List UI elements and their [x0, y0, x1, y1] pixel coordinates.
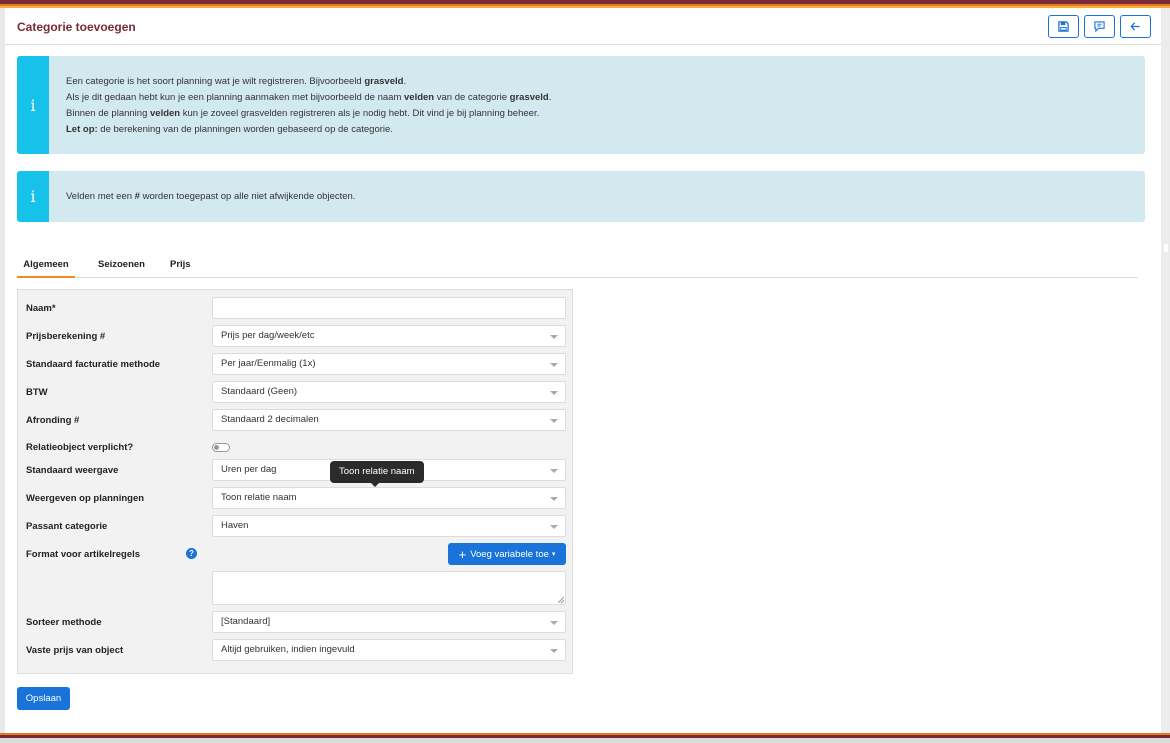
select-value: Toon relatie naam — [221, 492, 297, 503]
info-box-hash: i Velden met een # worden toegepast op a… — [17, 171, 1145, 222]
info-bar: i — [17, 56, 49, 154]
weergave-label: Standaard weergave — [26, 465, 119, 476]
info-icon: i — [30, 187, 36, 206]
info-line: Binnen de planning velden kun je zoveel … — [66, 108, 540, 119]
page-title: Categorie toevoegen — [17, 20, 136, 34]
weergeven-label: Weergeven op planningen — [26, 493, 145, 504]
format-textarea[interactable] — [212, 571, 566, 605]
select-value: [Standaard] — [221, 616, 271, 627]
chevron-down-icon — [550, 469, 558, 473]
header-bar: Categorie toevoegen — [5, 8, 1161, 45]
afronding-select[interactable]: Standaard 2 decimalen — [212, 409, 566, 431]
chevron-down-icon — [550, 497, 558, 501]
category-form: Naam* Prijsberekening # Prijs per dag/we… — [17, 289, 573, 674]
sorteer-label: Sorteer methode — [26, 617, 102, 628]
back-button[interactable] — [1120, 15, 1151, 38]
format-label: Format voor artikelregels — [26, 549, 141, 560]
save-button[interactable]: Opslaan — [17, 687, 70, 710]
select-value: Uren per dag — [221, 464, 277, 475]
add-variable-button[interactable]: + Voeg variabele toe ▾ — [448, 543, 566, 565]
info-text: Velden met een # worden toegepast op all… — [66, 189, 1135, 205]
sorteer-select[interactable]: [Standaard] — [212, 611, 566, 633]
info-line: Velden met een # worden toegepast op all… — [66, 191, 356, 202]
vaste-prijs-select[interactable]: Altijd gebruiken, indien ingevuld — [212, 639, 566, 661]
btw-select[interactable]: Standaard (Geen) — [212, 381, 566, 403]
relatieobject-toggle[interactable] — [212, 443, 230, 452]
select-value: Per jaar/Eenmalig (1x) — [221, 358, 316, 369]
main-window: Categorie toevoegen i Een categorie is h… — [5, 8, 1161, 733]
tooltip: Toon relatie naam — [330, 461, 424, 487]
chevron-down-icon — [550, 335, 558, 339]
info-line: Als je dit gedaan hebt kun je een planni… — [66, 92, 552, 103]
arrow-left-icon — [1130, 22, 1140, 31]
passant-label: Passant categorie — [26, 521, 108, 532]
top-brand-stripe — [0, 0, 1170, 8]
help-icon[interactable]: ? — [186, 548, 197, 559]
caret-down-icon: ▾ — [551, 551, 556, 558]
comment-icon — [1094, 21, 1105, 32]
select-value: Altijd gebruiken, indien ingevuld — [221, 644, 355, 655]
prijsberekening-select[interactable]: Prijs per dag/week/etc — [212, 325, 566, 347]
tab-seizoenen[interactable]: Seizoenen — [98, 259, 145, 278]
chevron-down-icon — [550, 363, 558, 367]
info-bar: i — [17, 171, 49, 222]
info-text: Een categorie is het soort planning wat … — [66, 74, 1135, 138]
save-toolbar-button[interactable] — [1048, 15, 1079, 38]
passant-select[interactable]: Haven — [212, 515, 566, 537]
select-value: Standaard 2 decimalen — [221, 414, 319, 425]
tab-prijs[interactable]: Prijs — [170, 259, 191, 278]
plus-icon: + — [458, 546, 467, 562]
chevron-down-icon — [550, 649, 558, 653]
select-value: Haven — [221, 520, 249, 531]
resize-handle-icon[interactable] — [558, 597, 564, 603]
weergeven-select[interactable]: Toon relatie naam — [212, 487, 566, 509]
select-value: Prijs per dag/week/etc — [221, 330, 315, 341]
info-line: Een categorie is het soort planning wat … — [66, 76, 407, 87]
vaste-prijs-label: Vaste prijs van object — [26, 645, 124, 656]
tab-bar: Algemeen Seizoenen Prijs — [17, 256, 1138, 278]
naam-label: Naam* — [26, 303, 56, 314]
prijsberekening-label: Prijsberekening # — [26, 331, 106, 342]
facturatie-select[interactable]: Per jaar/Eenmalig (1x) — [212, 353, 566, 375]
tab-algemeen[interactable]: Algemeen — [17, 259, 75, 278]
chevron-down-icon — [550, 419, 558, 423]
chevron-down-icon — [550, 391, 558, 395]
bottom-brand-stripe — [0, 733, 1170, 743]
comment-toolbar-button[interactable] — [1084, 15, 1115, 38]
scrollbar[interactable] — [1161, 8, 1170, 733]
add-variable-label: Voeg variabele toe — [470, 548, 549, 560]
info-line: Let op: de berekening van de planningen … — [66, 124, 393, 135]
select-value: Standaard (Geen) — [221, 386, 298, 397]
chevron-down-icon — [550, 525, 558, 529]
toggle-knob — [214, 445, 219, 450]
facturatie-label: Standaard facturatie methode — [26, 359, 161, 370]
chevron-down-icon — [550, 621, 558, 625]
naam-input[interactable] — [212, 297, 566, 319]
save-icon — [1058, 21, 1069, 32]
scrollbar-thumb[interactable] — [1164, 244, 1168, 252]
relatieobject-label: Relatieobject verplicht? — [26, 442, 134, 453]
info-icon: i — [30, 95, 36, 115]
info-box-category: i Een categorie is het soort planning wa… — [17, 56, 1145, 154]
btw-label: BTW — [26, 387, 48, 398]
afronding-label: Afronding # — [26, 415, 80, 426]
